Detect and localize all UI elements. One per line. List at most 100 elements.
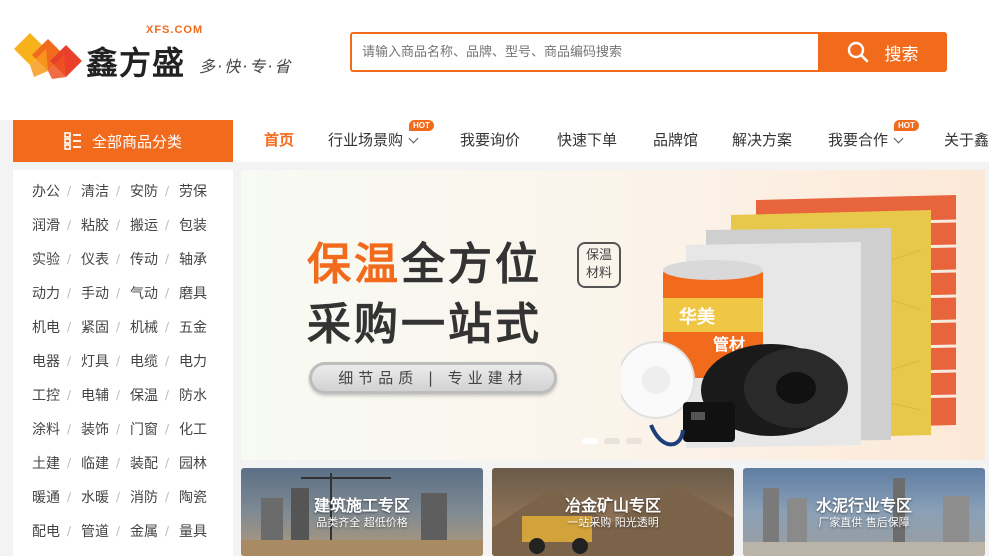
category-separator: / bbox=[165, 320, 170, 334]
category-link[interactable]: 配电 bbox=[32, 521, 60, 541]
category-link[interactable]: 电力 bbox=[179, 351, 207, 371]
nav-inquiry[interactable]: 我要询价 bbox=[460, 120, 520, 162]
category-link[interactable]: 包装 bbox=[179, 215, 207, 235]
category-link[interactable]: 电缆 bbox=[130, 351, 158, 371]
search-icon bbox=[847, 41, 868, 63]
insulation-products-illustration: 华美 管材 bbox=[621, 195, 957, 448]
category-link[interactable]: 涂料 bbox=[32, 419, 60, 439]
card-title: 水泥行业专区 bbox=[815, 496, 912, 515]
category-separator: / bbox=[67, 456, 72, 470]
card-subtitle: 一站采购 阳光透明 bbox=[567, 516, 659, 529]
nav-brand-hall-label: 品牌馆 bbox=[653, 131, 699, 149]
all-categories-label: 全部商品分类 bbox=[91, 132, 182, 151]
category-separator: / bbox=[165, 388, 170, 402]
nav-industry-scenes[interactable]: 行业场景购 HOT bbox=[328, 120, 434, 162]
search-bar: 搜索 bbox=[350, 32, 947, 72]
carousel-dot[interactable] bbox=[582, 438, 598, 444]
nav-quick-order[interactable]: 快速下单 bbox=[557, 120, 617, 162]
category-link[interactable]: 机电 bbox=[32, 317, 60, 337]
category-link[interactable]: 传动 bbox=[130, 249, 158, 269]
category-link[interactable]: 陶瓷 bbox=[179, 487, 207, 507]
category-link[interactable]: 润滑 bbox=[32, 215, 60, 235]
category-separator: / bbox=[116, 524, 121, 538]
category-separator: / bbox=[67, 252, 72, 266]
category-link[interactable]: 紧固 bbox=[81, 317, 109, 337]
search-button[interactable]: 搜索 bbox=[818, 32, 947, 72]
category-link[interactable]: 暖通 bbox=[32, 487, 60, 507]
category-separator: / bbox=[67, 422, 72, 436]
category-separator: / bbox=[165, 184, 170, 198]
category-link[interactable]: 管道 bbox=[81, 521, 109, 541]
category-link[interactable]: 保温 bbox=[130, 385, 158, 405]
category-separator: / bbox=[165, 422, 170, 436]
nav-solutions[interactable]: 解决方案 bbox=[732, 120, 792, 162]
category-separator: / bbox=[67, 490, 72, 504]
category-link[interactable]: 五金 bbox=[179, 317, 207, 337]
category-link[interactable]: 装饰 bbox=[81, 419, 109, 439]
category-link[interactable]: 电辅 bbox=[81, 385, 109, 405]
category-link[interactable]: 磨具 bbox=[179, 283, 207, 303]
category-link[interactable]: 临建 bbox=[81, 453, 109, 473]
category-row: 动力 / 手动 / 气动 / 磨具 bbox=[13, 276, 233, 310]
category-link[interactable]: 量具 bbox=[179, 521, 207, 541]
category-link[interactable]: 办公 bbox=[32, 181, 60, 201]
nav-brand-hall[interactable]: 品牌馆 bbox=[653, 120, 698, 162]
category-link[interactable]: 电器 bbox=[32, 351, 60, 371]
category-separator: / bbox=[116, 286, 121, 300]
carousel-dot[interactable] bbox=[626, 438, 642, 444]
card-subtitle: 厂家直供 售后保障 bbox=[818, 516, 910, 529]
nav-about[interactable]: 关于鑫 bbox=[944, 120, 989, 162]
nav-home[interactable]: 首页 bbox=[264, 120, 294, 162]
category-row: 办公 / 清洁 / 安防 / 劳保 bbox=[13, 174, 233, 208]
category-link[interactable]: 化工 bbox=[179, 419, 207, 439]
category-link[interactable]: 门窗 bbox=[130, 419, 158, 439]
category-link[interactable]: 土建 bbox=[32, 453, 60, 473]
category-link[interactable]: 仪表 bbox=[81, 249, 109, 269]
category-link[interactable]: 金属 bbox=[130, 521, 158, 541]
bucket-brand-text: 华美 bbox=[679, 306, 715, 328]
card-title: 冶金矿山专区 bbox=[564, 496, 661, 515]
category-link[interactable]: 灯具 bbox=[81, 351, 109, 371]
category-separator: / bbox=[67, 218, 72, 232]
category-link[interactable]: 实验 bbox=[32, 249, 60, 269]
main-nav: 首页 行业场景购 HOT 我要询价 快速下单 品牌馆 解决方案 我要合作 HOT… bbox=[233, 120, 989, 162]
category-link[interactable]: 安防 bbox=[130, 181, 158, 201]
category-separator: / bbox=[116, 456, 121, 470]
category-link[interactable]: 工控 bbox=[32, 385, 60, 405]
banner-tag-line1: 保温 bbox=[585, 248, 612, 263]
category-link[interactable]: 动力 bbox=[32, 283, 60, 303]
category-link[interactable]: 劳保 bbox=[179, 181, 207, 201]
category-separator: / bbox=[116, 422, 121, 436]
promo-banner[interactable]: 华美 管材 保温全方位 采购一站式 保温 材料 细节品质 | 专业建材 bbox=[241, 170, 985, 460]
card-mining[interactable]: 冶金矿山专区 一站采购 阳光透明 bbox=[492, 468, 734, 556]
nav-cooperation[interactable]: 我要合作 HOT bbox=[828, 120, 919, 162]
all-categories-button[interactable]: 全部商品分类 bbox=[13, 120, 233, 162]
header: XFS.COM 鑫方盛 多·快·专·省 搜索 bbox=[0, 0, 989, 120]
category-link[interactable]: 轴承 bbox=[179, 249, 207, 269]
category-separator: / bbox=[116, 184, 121, 198]
carousel-dot[interactable] bbox=[604, 438, 620, 444]
category-link[interactable]: 防水 bbox=[179, 385, 207, 405]
search-input[interactable] bbox=[352, 34, 818, 70]
site-logo[interactable]: XFS.COM 鑫方盛 多·快·专·省 bbox=[12, 24, 292, 84]
category-link[interactable]: 水暖 bbox=[81, 487, 109, 507]
card-cement[interactable]: 水泥行业专区 厂家直供 售后保障 bbox=[743, 468, 985, 556]
category-link[interactable]: 搬运 bbox=[130, 215, 158, 235]
category-row: 机电 / 紧固 / 机械 / 五金 bbox=[13, 310, 233, 344]
category-link[interactable]: 机械 bbox=[130, 317, 158, 337]
category-link[interactable]: 清洁 bbox=[81, 181, 109, 201]
hot-badge: HOT bbox=[409, 120, 434, 131]
category-link[interactable]: 粘胶 bbox=[81, 215, 109, 235]
nav-about-label: 关于鑫 bbox=[944, 131, 989, 149]
category-link[interactable]: 消防 bbox=[130, 487, 158, 507]
category-separator: / bbox=[67, 184, 72, 198]
category-row: 涂料 / 装饰 / 门窗 / 化工 bbox=[13, 412, 233, 446]
category-separator: / bbox=[67, 388, 72, 402]
category-link[interactable]: 园林 bbox=[179, 453, 207, 473]
card-construction[interactable]: 建筑施工专区 品类齐全 超低价格 bbox=[241, 468, 483, 556]
logo-domain-text: XFS.COM bbox=[146, 24, 204, 36]
category-link[interactable]: 装配 bbox=[130, 453, 158, 473]
category-link[interactable]: 气动 bbox=[130, 283, 158, 303]
category-link[interactable]: 手动 bbox=[81, 283, 109, 303]
category-separator: / bbox=[165, 218, 170, 232]
